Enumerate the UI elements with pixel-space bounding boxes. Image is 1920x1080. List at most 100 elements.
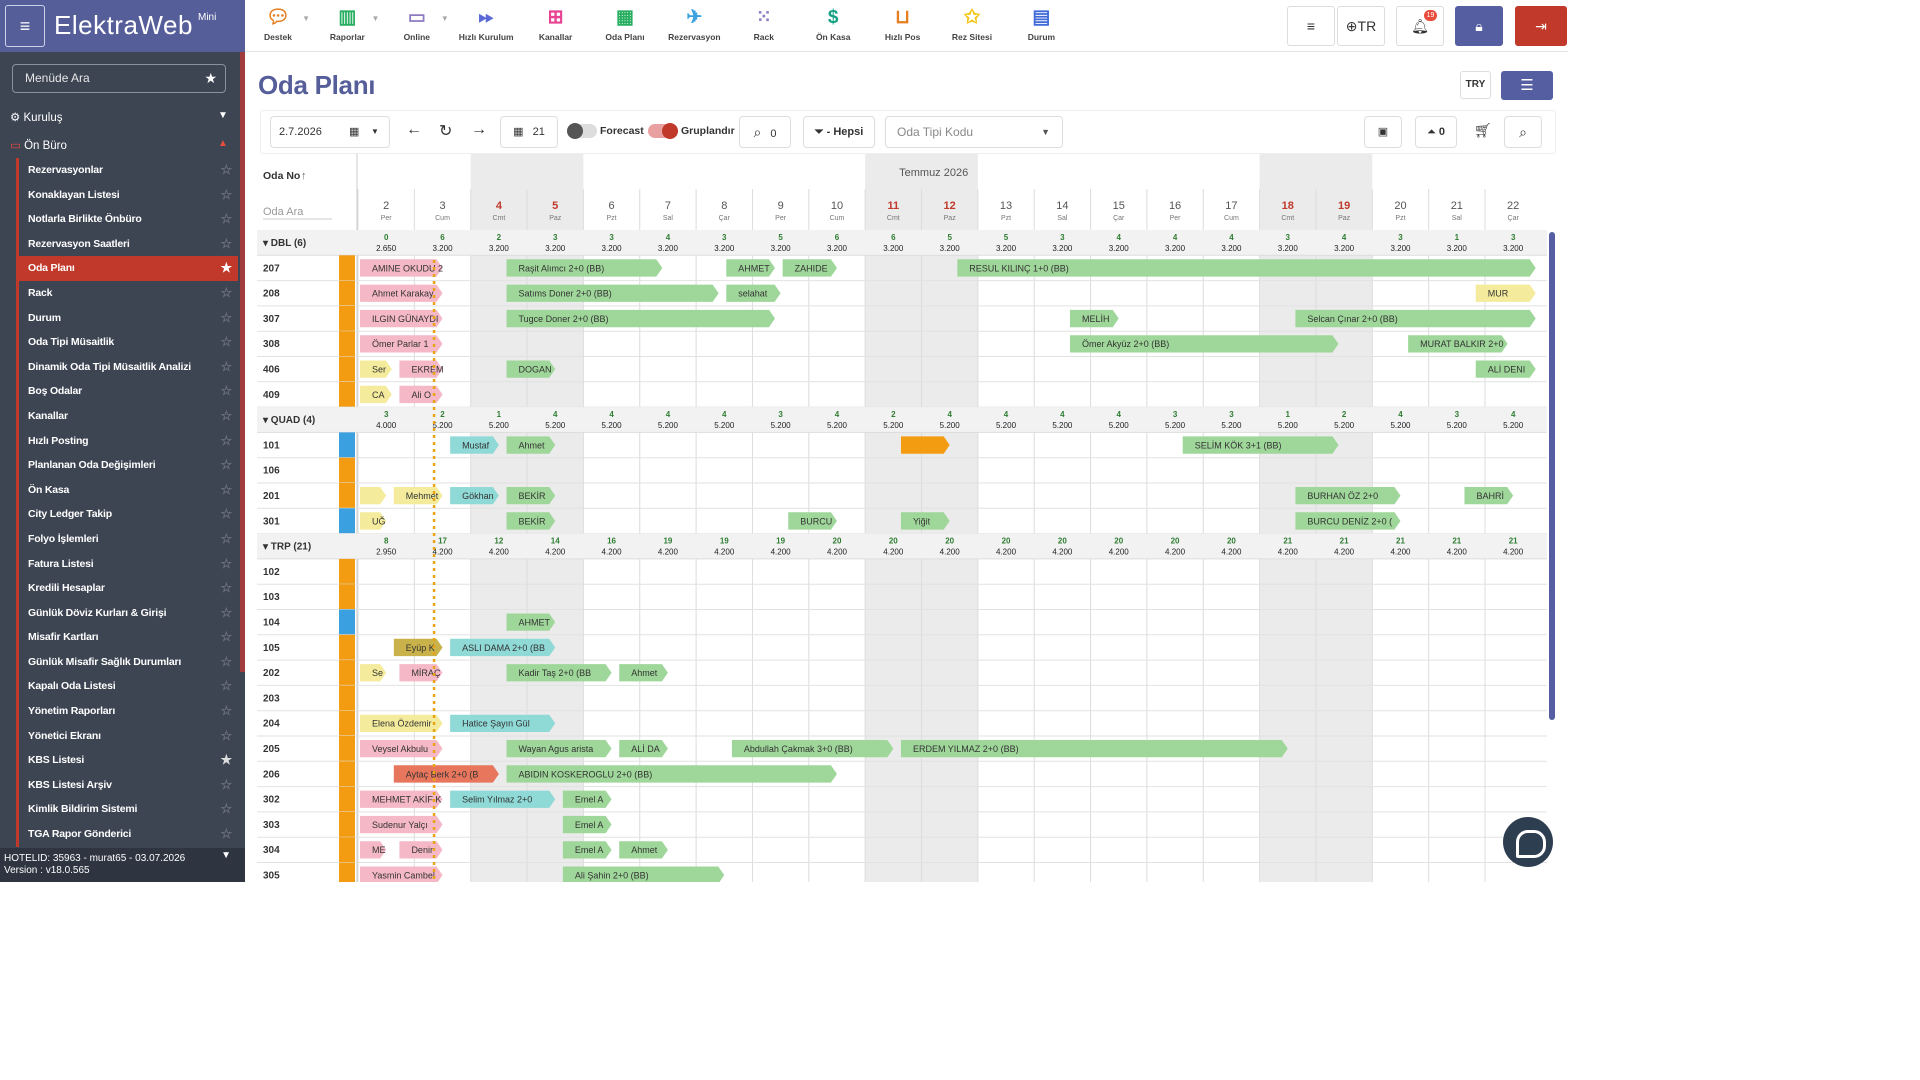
star-icon[interactable]: ☆ — [221, 281, 233, 306]
sidebar-item[interactable]: Planlanan Oda Değişimleri ☆ — [19, 453, 238, 478]
room-number[interactable]: 101 — [263, 440, 280, 451]
logout-button[interactable]: ⇥ — [1515, 6, 1567, 46]
toolbar-item[interactable]: ⊞ Kanallar — [526, 6, 586, 42]
reservation-guest[interactable]: Emel A — [575, 795, 604, 805]
reservation-guest[interactable]: BAHRİ — [1476, 491, 1504, 501]
reservation-guest[interactable]: Abdullah Çakmak 3+0 (BB) — [744, 744, 853, 754]
reservation-guest[interactable]: Ser — [372, 365, 386, 375]
sidebar-item[interactable]: Kredili Hesaplar ☆ — [19, 576, 238, 601]
room-card-button[interactable]: ▣ — [1364, 116, 1402, 148]
sidebar-item[interactable]: TGA Rapor Gönderici ☆ — [19, 822, 238, 847]
star-icon[interactable]: ☆ — [221, 379, 233, 404]
search-button[interactable]: ⌕ 0 — [739, 116, 791, 148]
reservation-guest[interactable]: Ahmet — [631, 668, 658, 678]
menu-search-input[interactable]: Menüde Ara ★ — [12, 64, 226, 93]
group-name[interactable]: ▾ TRP (21) — [262, 542, 311, 553]
room-number[interactable]: 406 — [263, 365, 280, 376]
room-type-select[interactable]: Oda Tipi Kodu ▼ — [885, 116, 1063, 148]
reservation-guest[interactable]: MUR — [1488, 289, 1509, 299]
sidebar-item[interactable]: Oda Tipi Müsaitlik ☆ — [19, 330, 238, 355]
star-icon[interactable]: ☆ — [221, 306, 233, 331]
reservation-guest[interactable]: SELİM KÖK 3+1 (BB) — [1195, 440, 1282, 450]
room-number[interactable]: 103 — [263, 592, 280, 603]
toolbar-item[interactable]: ⁙ Rack — [734, 6, 794, 42]
reservation-guest[interactable]: Elena Özdemir — [372, 719, 432, 729]
prev-arrow-icon[interactable]: ← — [406, 121, 422, 139]
sidebar-section-on-buro[interactable]: ▭ Ön Büro ▲ — [10, 138, 228, 152]
star-icon[interactable]: ☆ — [221, 183, 233, 208]
language-button[interactable]: ⊕TR — [1337, 6, 1385, 46]
star-icon[interactable]: ☆ — [221, 502, 233, 527]
room-number[interactable]: 201 — [263, 491, 280, 502]
sidebar-item[interactable]: Durum ☆ — [19, 306, 238, 331]
toolbar-item[interactable]: ▭ Online ▼ — [387, 6, 449, 42]
sidebar-item[interactable]: Rack ☆ — [19, 281, 238, 306]
star-icon[interactable]: ☆ — [221, 404, 233, 429]
forecast-toggle[interactable] — [567, 123, 597, 139]
reservation-guest[interactable]: BURHAN ÖZ 2+0 — [1307, 491, 1378, 501]
room-number[interactable]: 204 — [263, 719, 280, 730]
reservation-guest[interactable]: Se — [372, 668, 383, 678]
star-icon[interactable]: ☆ — [221, 773, 233, 798]
room-number[interactable]: 307 — [263, 314, 280, 325]
reservation-guest[interactable]: Veysel Akbulu — [372, 744, 428, 754]
reservation-bar[interactable] — [360, 487, 387, 505]
refresh-icon[interactable]: ↻ — [439, 121, 452, 141]
room-number[interactable]: 305 — [263, 871, 280, 882]
reservation-guest[interactable]: ILGIN GÜNAYDI — [372, 314, 438, 324]
sidebar-item[interactable]: Ön Kasa ☆ — [19, 478, 238, 503]
room-number[interactable]: 207 — [263, 263, 280, 274]
star-icon[interactable]: ☆ — [221, 355, 233, 380]
sidebar-item[interactable]: Rezervasyon Saatleri ☆ — [19, 232, 238, 257]
star-icon[interactable]: ☆ — [221, 576, 233, 601]
pending-button[interactable]: ⏶ 0 — [1415, 116, 1457, 148]
star-icon[interactable]: ☆ — [221, 625, 233, 650]
reservation-guest[interactable]: Eyüp K — [406, 643, 435, 653]
sidebar-item[interactable]: Yönetim Raporları ☆ — [19, 699, 238, 724]
reservation-guest[interactable]: Yasmin Cambel — [372, 871, 435, 881]
room-number[interactable]: 205 — [263, 744, 280, 755]
reservation-guest[interactable]: Ahmet — [631, 845, 658, 855]
grid-scrollbar[interactable] — [1549, 232, 1555, 720]
sort-up-icon[interactable]: ↑ — [301, 170, 307, 182]
reservation-guest[interactable]: Aytaç Berk 2+0 (B — [406, 769, 479, 779]
reservation-guest[interactable]: MEHMET AKİF K — [372, 795, 441, 805]
star-icon[interactable]: ☆ — [221, 650, 233, 675]
currency-button[interactable]: TRY — [1460, 71, 1491, 99]
toolbar-item[interactable]: ▤ Durum — [1011, 6, 1071, 42]
star-icon[interactable]: ☆ — [221, 478, 233, 503]
room-number[interactable]: 104 — [263, 618, 280, 629]
room-number[interactable]: 308 — [263, 339, 280, 350]
reservation-guest[interactable]: AMINE OKUDU 2 — [372, 263, 443, 273]
star-icon[interactable]: ☆ — [221, 453, 233, 478]
star-icon[interactable]: ☆ — [221, 207, 233, 232]
reservation-guest[interactable]: Ömer Parlar 1 — [372, 339, 429, 349]
reservation-guest[interactable]: ALİ DA — [631, 744, 660, 754]
reservation-guest[interactable]: BURCU — [800, 516, 832, 526]
room-search-input[interactable]: Oda Ara — [263, 206, 304, 218]
reservation-guest[interactable]: BEKİR — [519, 491, 547, 501]
reservation-guest[interactable]: Ali O — [411, 390, 431, 400]
room-number[interactable]: 409 — [263, 390, 280, 401]
sidebar-item[interactable]: Folyo İşlemleri ☆ — [19, 527, 238, 552]
reservation-guest[interactable]: Satıms Doner 2+0 (BB) — [519, 289, 612, 299]
sidebar-item[interactable]: Misafir Kartları ☆ — [19, 625, 238, 650]
star-icon[interactable]: ☆ — [221, 158, 233, 183]
star-icon[interactable]: ☆ — [221, 674, 233, 699]
reservation-guest[interactable]: Ahmet — [519, 440, 546, 450]
sidebar-item[interactable]: Konaklayan Listesi ☆ — [19, 183, 238, 208]
reservation-guest[interactable]: Raşit Alımcı 2+0 (BB) — [519, 263, 605, 273]
reservation-guest[interactable]: CA — [372, 390, 385, 400]
reservation-guest[interactable]: ERDEM YILMAZ 2+0 (BB) — [913, 744, 1019, 754]
reservation-guest[interactable]: selahat — [738, 289, 768, 299]
reservation-guest[interactable]: ZAHIDE — [795, 263, 828, 273]
reservation-guest[interactable]: Emel A — [575, 845, 604, 855]
reservation-guest[interactable]: ME — [372, 845, 386, 855]
star-icon[interactable]: ★ — [221, 748, 233, 773]
menu-toggle-button[interactable]: ≡ — [5, 5, 45, 47]
days-selector[interactable]: ▦ 21 — [500, 116, 558, 148]
reservation-guest[interactable]: Selim Yılmaz 2+0 — [462, 795, 532, 805]
filter-button[interactable]: ⏷ - Hepsi — [803, 116, 875, 148]
sidebar-item[interactable]: Fatura Listesi ☆ — [19, 552, 238, 577]
sidebar-item[interactable]: Kanallar ☆ — [19, 404, 238, 429]
